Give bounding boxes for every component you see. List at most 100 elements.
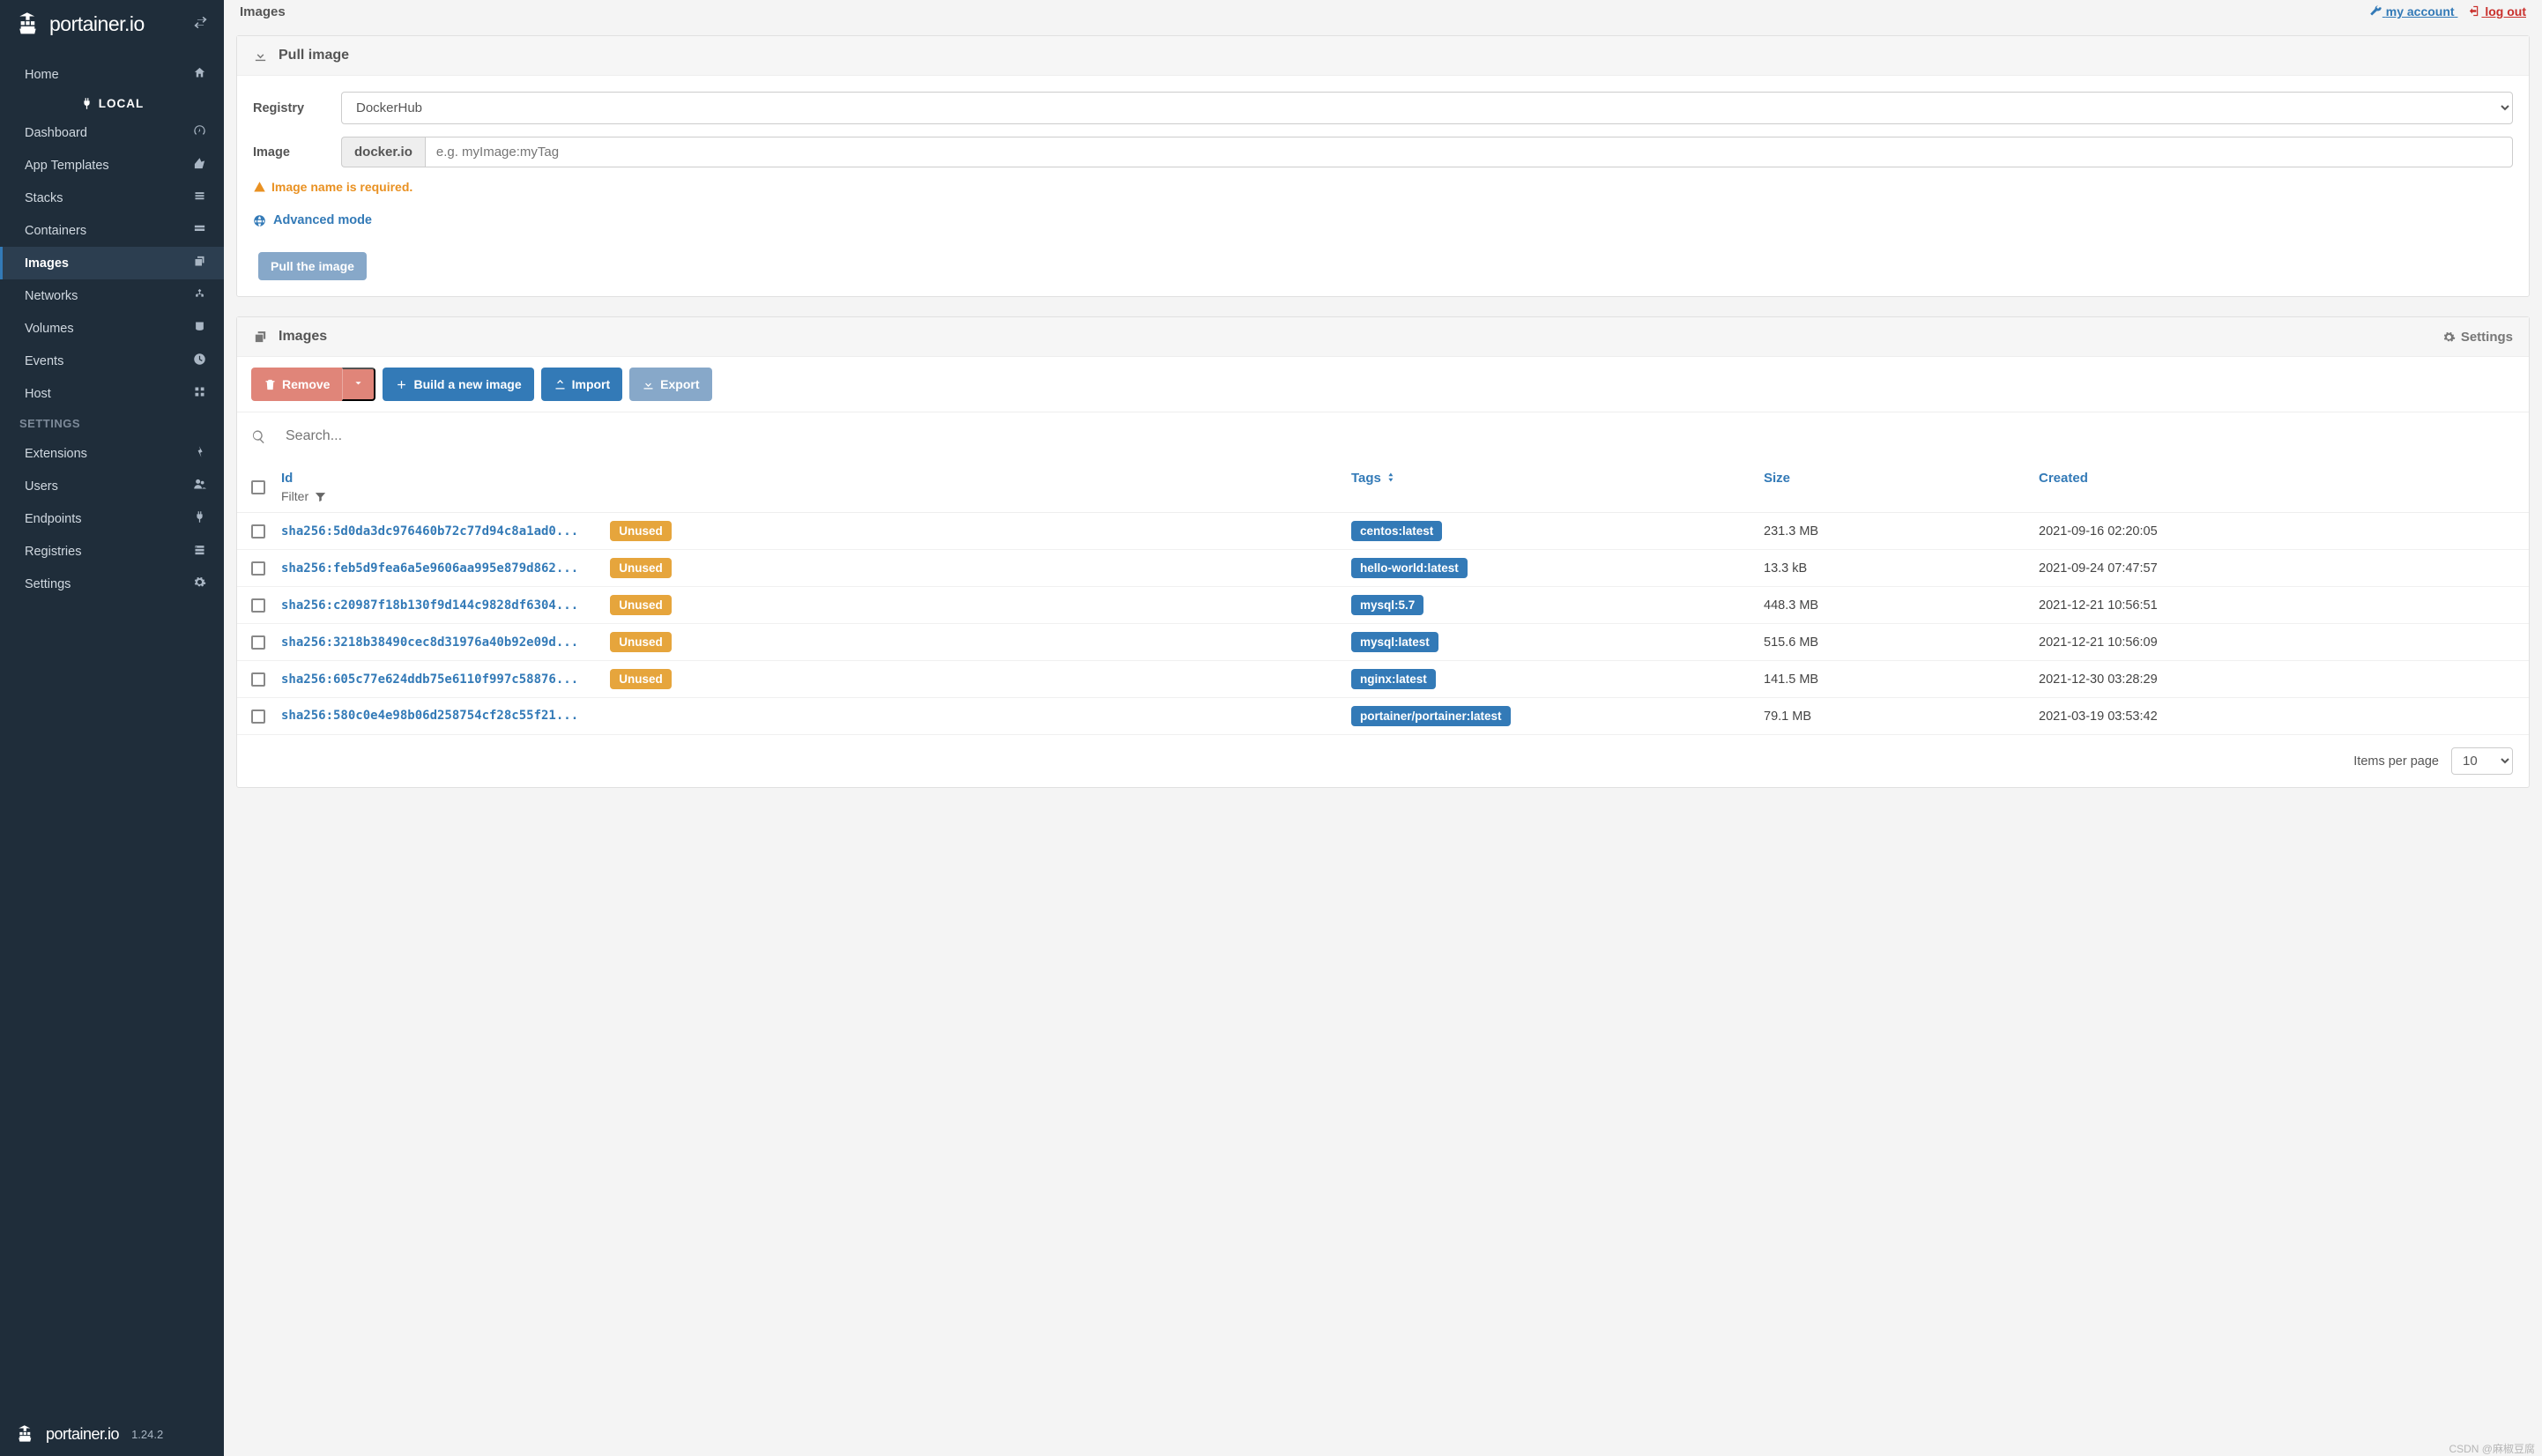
row-checkbox[interactable]	[251, 635, 265, 650]
cell-size: 515.6 MB	[1750, 624, 2025, 661]
sidebar-item-label: Images	[25, 256, 69, 271]
globe-icon	[253, 214, 266, 227]
images-panel-header: Images Settings	[237, 317, 2529, 357]
build-image-button[interactable]: Build a new image	[383, 368, 533, 401]
advanced-mode-text: Advanced mode	[273, 213, 372, 227]
table-row: sha256:5d0da3dc976460b72c77d94c8a1ad0...…	[237, 513, 2529, 550]
wrench-icon	[2369, 4, 2382, 18]
sidebar-item-label: Containers	[25, 224, 86, 238]
pull-image-button[interactable]: Pull the image	[258, 252, 367, 280]
trash-icon	[264, 378, 277, 391]
header-size[interactable]: Size	[1750, 462, 2025, 513]
header-tags[interactable]: Tags	[1337, 462, 1750, 513]
sidebar-item-extensions[interactable]: Extensions	[0, 437, 224, 470]
header-id: Id Filter	[237, 462, 1337, 513]
row-checkbox[interactable]	[251, 672, 265, 687]
sidebar-item-users[interactable]: Users	[0, 470, 224, 502]
row-checkbox[interactable]	[251, 598, 265, 613]
row-checkbox[interactable]	[251, 709, 265, 724]
stacks-icon	[192, 189, 206, 206]
sidebar-item-home[interactable]: Home	[0, 58, 224, 91]
tag-badge[interactable]: hello-world:latest	[1351, 558, 1468, 578]
filter-toggle[interactable]: Filter	[281, 489, 327, 503]
swap-icon[interactable]	[193, 15, 208, 33]
cell-created: 2021-12-21 10:56:51	[2025, 587, 2529, 624]
sidebar-item-stacks[interactable]: Stacks	[0, 182, 224, 214]
endpoint-label: LOCAL	[99, 97, 145, 110]
cell-tags: portainer/portainer:latest	[1337, 698, 1750, 735]
filter-icon	[314, 490, 327, 503]
header-created[interactable]: Created	[2025, 462, 2529, 513]
tag-badge[interactable]: mysql:latest	[1351, 632, 1438, 652]
sort-id[interactable]: Id	[281, 471, 293, 486]
logout-text: log out	[2485, 4, 2526, 19]
sidebar-item-volumes[interactable]: Volumes	[0, 312, 224, 345]
plus-icon	[395, 378, 408, 391]
pull-image-panel: Pull image Registry DockerHub Image dock…	[236, 35, 2530, 297]
sidebar-item-label: Extensions	[25, 447, 87, 461]
upload-icon	[554, 378, 567, 391]
table-settings-button[interactable]: Settings	[2442, 330, 2513, 345]
top-links: my account log out	[2359, 4, 2526, 19]
remove-button[interactable]: Remove	[251, 368, 342, 401]
select-all-checkbox[interactable]	[251, 480, 265, 494]
home-icon	[192, 66, 206, 83]
image-id-link[interactable]: sha256:580c0e4e98b06d258754cf28c55f21...	[281, 709, 578, 723]
cell-created: 2021-03-19 03:53:42	[2025, 698, 2529, 735]
sidebar-item-label: App Templates	[25, 159, 109, 173]
sidebar-item-networks[interactable]: Networks	[0, 279, 224, 312]
import-button[interactable]: Import	[541, 368, 623, 401]
sidebar-item-label: Events	[25, 354, 63, 368]
sidebar-item-registries[interactable]: Registries	[0, 535, 224, 568]
sidebar-item-events[interactable]: Events	[0, 345, 224, 377]
remove-dropdown-button[interactable]	[342, 368, 375, 401]
sidebar-item-containers[interactable]: Containers	[0, 214, 224, 247]
sidebar-item-settings[interactable]: Settings	[0, 568, 224, 600]
image-input[interactable]	[425, 137, 2513, 167]
tag-badge[interactable]: nginx:latest	[1351, 669, 1436, 689]
topbar: Images my account log out	[224, 0, 2542, 35]
table-row: sha256:605c77e624ddb75e6110f997c58876...…	[237, 661, 2529, 698]
image-id-link[interactable]: sha256:5d0da3dc976460b72c77d94c8a1ad0...	[281, 524, 578, 539]
settings-icon	[192, 576, 206, 592]
images-icon	[192, 255, 206, 271]
images-table: Id Filter Tags Size Created sha256:5d0da…	[237, 462, 2529, 735]
tag-badge[interactable]: mysql:5.7	[1351, 595, 1423, 615]
main-content: Images my account log out Pull image Reg…	[224, 0, 2542, 1456]
image-id-link[interactable]: sha256:605c77e624ddb75e6110f997c58876...	[281, 672, 578, 687]
search-icon	[251, 429, 266, 444]
export-button[interactable]: Export	[629, 368, 711, 401]
sidebar-item-label: Networks	[25, 289, 78, 303]
cell-size: 141.5 MB	[1750, 661, 2025, 698]
logo[interactable]: portainer.io	[16, 9, 145, 39]
image-id-link[interactable]: sha256:feb5d9fea6a5e9606aa995e879d862...	[281, 561, 578, 576]
brand-text: portainer.io	[49, 12, 145, 36]
sidebar-item-dashboard[interactable]: Dashboard	[0, 116, 224, 149]
search-input[interactable]	[275, 421, 2515, 451]
row-checkbox[interactable]	[251, 561, 265, 576]
unused-badge: Unused	[610, 521, 672, 541]
advanced-mode-link[interactable]: Advanced mode	[253, 213, 2513, 227]
image-label: Image	[253, 145, 341, 160]
sidebar-item-app-templates[interactable]: App Templates	[0, 149, 224, 182]
logout-icon	[2468, 4, 2481, 18]
table-row: sha256:c20987f18b130f9d144c9828df6304...…	[237, 587, 2529, 624]
logout-link[interactable]: log out	[2468, 4, 2526, 19]
image-id-link[interactable]: sha256:c20987f18b130f9d144c9828df6304...	[281, 598, 578, 613]
sidebar-item-endpoints[interactable]: Endpoints	[0, 502, 224, 535]
cell-id: sha256:605c77e624ddb75e6110f997c58876...…	[237, 661, 1337, 698]
my-account-link[interactable]: my account	[2369, 4, 2458, 19]
tag-badge[interactable]: portainer/portainer:latest	[1351, 706, 1511, 726]
cell-tags: mysql:5.7	[1337, 587, 1750, 624]
image-id-link[interactable]: sha256:3218b38490cec8d31976a40b92e09d...	[281, 635, 578, 650]
sidebar-item-host[interactable]: Host	[0, 377, 224, 410]
tag-badge[interactable]: centos:latest	[1351, 521, 1442, 541]
unused-badge: Unused	[610, 595, 672, 615]
registry-select[interactable]: DockerHub	[341, 92, 2513, 124]
items-per-page-select[interactable]: 10	[2451, 747, 2513, 775]
images-panel-title: Images	[279, 329, 327, 345]
warning-text: Image name is required.	[271, 180, 413, 194]
search-row	[237, 412, 2529, 462]
row-checkbox[interactable]	[251, 524, 265, 539]
sidebar-item-images[interactable]: Images	[0, 247, 224, 279]
